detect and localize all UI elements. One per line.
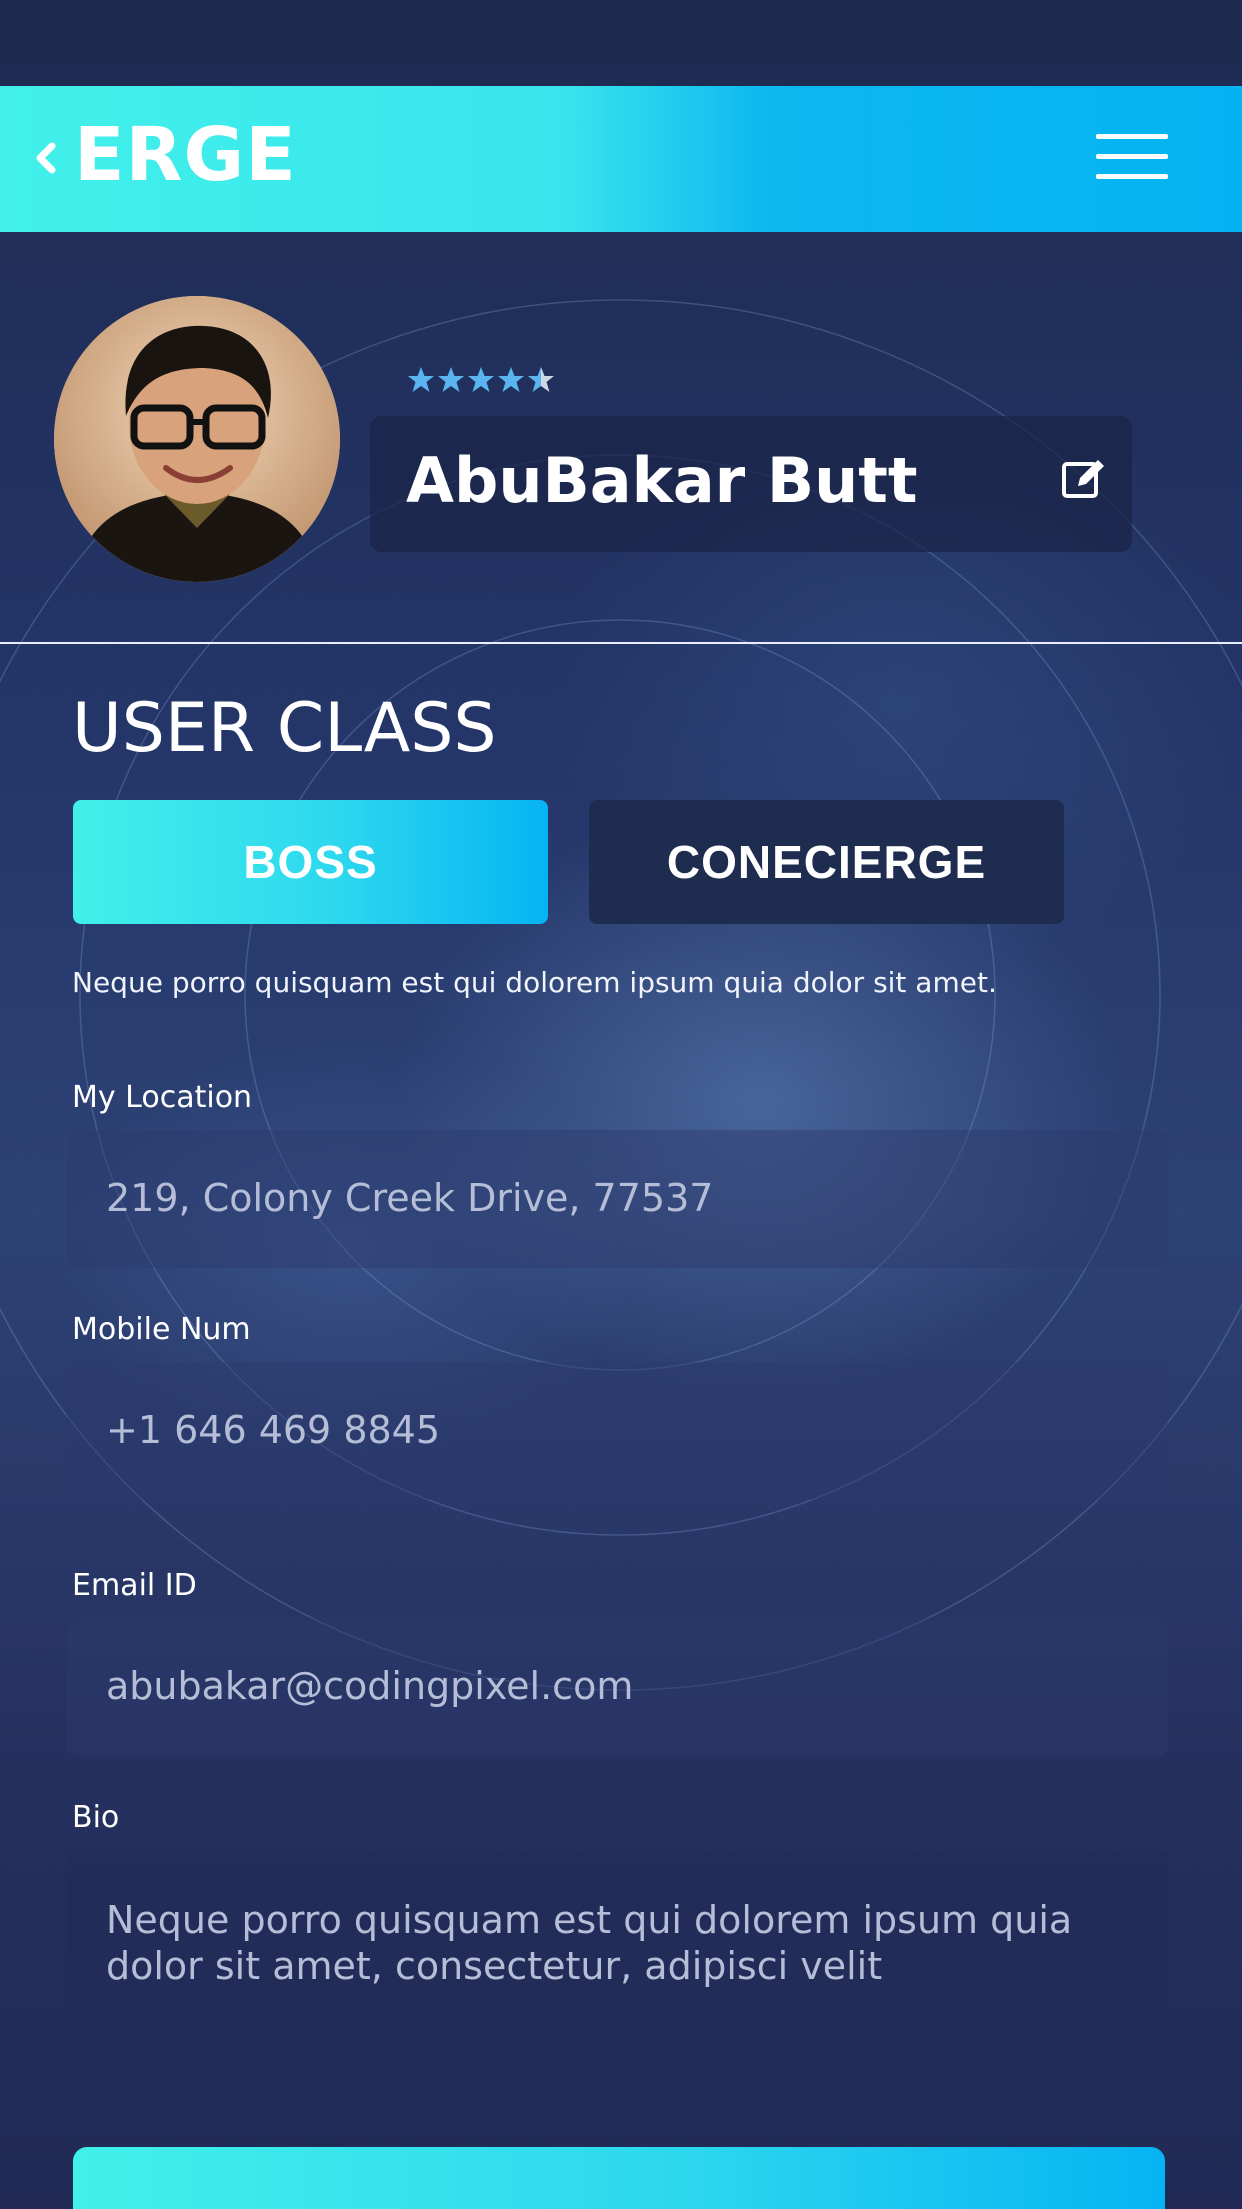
bio-value: Neque porro quisquam est qui dolorem ips… [106,1898,1073,1988]
bio-field[interactable]: Neque porro quisquam est qui dolorem ips… [66,1850,1168,2100]
email-field[interactable]: abubakar@codingpixel.com [66,1618,1168,1756]
star-icon [408,367,554,392]
profile-name: AbuBakar Butt [406,444,918,517]
email-value: abubakar@codingpixel.com [106,1664,634,1708]
boss-button[interactable]: BOSS [73,800,548,924]
app-brand: ERGE [74,112,297,198]
bio-label: Bio [72,1800,120,1835]
mobile-label: Mobile Num [72,1312,251,1347]
mobile-field[interactable]: +1 646 469 8845 [66,1362,1168,1500]
mobile-value: +1 646 469 8845 [106,1408,441,1452]
submit-button[interactable] [73,2147,1165,2209]
user-class-title: USER CLASS [72,689,497,768]
top-bar: ERGE [0,86,1242,232]
email-label: Email ID [72,1568,197,1603]
edit-icon[interactable] [1060,456,1106,502]
location-label: My Location [72,1080,253,1115]
location-value: 219, Colony Creek Drive, 77537 [106,1176,714,1220]
location-field[interactable]: 219, Colony Creek Drive, 77537 [66,1130,1168,1268]
profile-name-box: AbuBakar Butt [370,416,1132,552]
chevron-left-icon[interactable] [32,138,62,178]
section-divider [0,642,1242,644]
rating-stars [408,367,554,392]
hamburger-menu-icon[interactable] [1096,134,1168,182]
concierge-button[interactable]: CONECIERGE [589,800,1064,924]
avatar [54,296,340,582]
user-class-description: Neque porro quisquam est qui dolorem ips… [72,966,997,999]
